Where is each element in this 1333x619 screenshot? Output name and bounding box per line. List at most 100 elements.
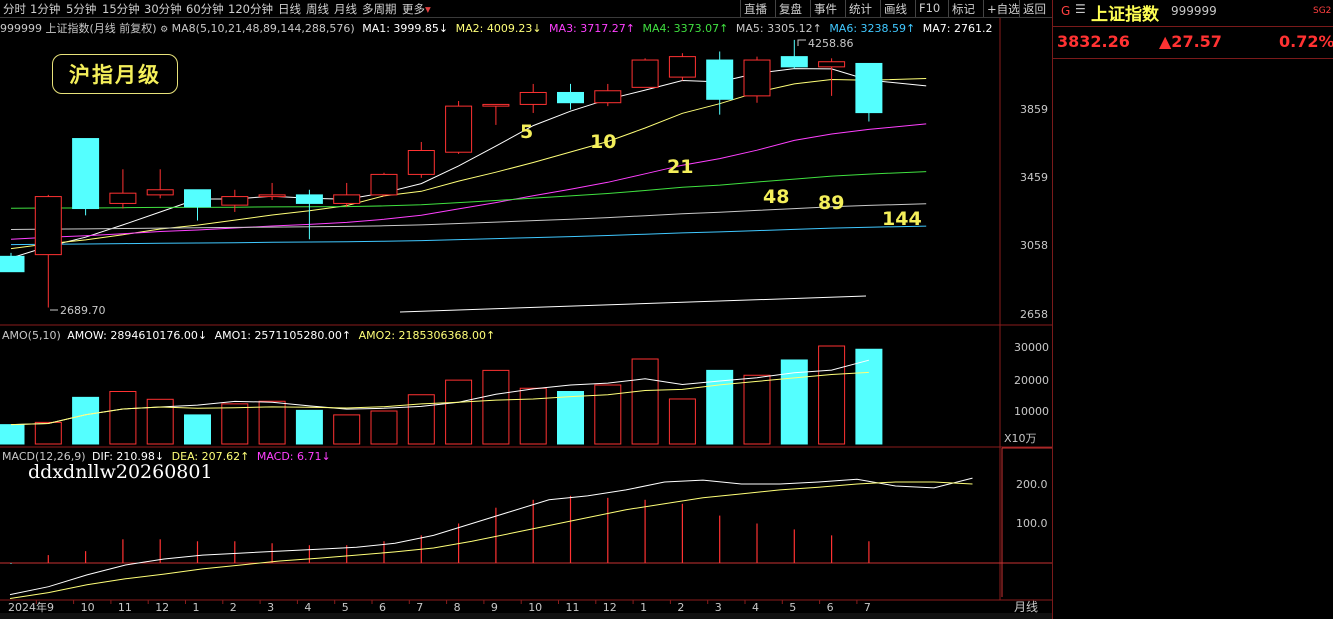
- low-price-label: 2689.70: [60, 304, 106, 317]
- current-price: 3832.26: [1057, 32, 1130, 51]
- amo-bar: [445, 379, 473, 445]
- amo-bar: [109, 391, 137, 445]
- amo-bar: [295, 409, 323, 445]
- candle-body: [445, 105, 473, 153]
- macd-tick-2: 100.0: [1016, 517, 1048, 530]
- menu-icon[interactable]: ☰: [1075, 2, 1086, 16]
- amo-bar: [34, 421, 62, 445]
- candle: [407, 141, 435, 178]
- candle: [72, 138, 100, 216]
- amo-ma5-line: [10, 359, 870, 426]
- candle-body: [706, 59, 734, 100]
- amo-tick-1: 30000: [1014, 341, 1049, 354]
- amo1-value: AMO1: 2571105280.00↑: [214, 329, 352, 342]
- amo-bar: [631, 358, 659, 445]
- stock-name: 上证指数: [1091, 5, 1159, 25]
- candle-body: [72, 138, 100, 210]
- candle-body: [407, 150, 435, 175]
- macd-value: MACD: 6.71↓: [256, 450, 331, 463]
- candle-body: [557, 91, 584, 104]
- candle-body: [370, 173, 398, 196]
- amo-bar: [668, 398, 696, 445]
- amo-bar: [258, 400, 286, 445]
- candle-body: [221, 196, 249, 206]
- candle: [221, 189, 249, 212]
- flag-badge: G: [1061, 4, 1071, 18]
- candle: [370, 172, 398, 197]
- candle: [668, 53, 696, 81]
- amo-bar: [407, 394, 435, 445]
- amo-ma10-line: [10, 371, 869, 426]
- candle: [855, 62, 883, 122]
- candle: [333, 182, 361, 207]
- amo-bar: [184, 414, 211, 445]
- ma-label-144: 144: [882, 208, 922, 230]
- candle: [0, 252, 25, 273]
- amo-bar: [0, 424, 25, 445]
- candle: [780, 39, 808, 69]
- macd-tick-1: 200.0: [1016, 478, 1048, 491]
- ma-label-10: 10: [590, 131, 616, 153]
- amo-bar: [855, 348, 883, 445]
- candle-body: [818, 61, 846, 68]
- x-tick-label: 2024年9: [8, 600, 54, 614]
- candle-body: [780, 56, 808, 68]
- dif-line: [9, 477, 973, 596]
- dea-line: [9, 481, 973, 599]
- high-marker-icon: [797, 39, 806, 46]
- amo-bar: [221, 403, 249, 445]
- amo-bar: [370, 410, 398, 445]
- high-price-label: 4258.86: [808, 37, 854, 50]
- candle-body: [184, 189, 211, 208]
- candle-body: [855, 62, 883, 114]
- ma7-line: [399, 295, 867, 313]
- stock-tag: SG2: [1313, 6, 1332, 16]
- quote-panel: G ☰ 上证指数 999999 SG2 3832.26 ▲27.57 0.72%: [1052, 0, 1333, 619]
- candle: [184, 189, 211, 221]
- ma-label-48: 48: [763, 186, 789, 208]
- candle: [519, 83, 547, 113]
- price-tick-2: 3459: [1020, 171, 1048, 184]
- kline-chart[interactable]: 2024年9 10 11 12 1 2 3 4 5 6 7 8 9 10 11 12 1 2 3 4 5 6 7 4258.…: [0, 0, 1052, 619]
- candle-body: [668, 56, 696, 78]
- candle-body: [258, 194, 286, 198]
- candle-body: [0, 255, 25, 273]
- candle: [818, 58, 846, 96]
- stock-code: 999999: [1171, 4, 1217, 18]
- ma6-line: [10, 225, 927, 246]
- candle-body: [519, 91, 547, 105]
- amo-bar: [818, 345, 846, 445]
- candle-body: [109, 192, 137, 204]
- candle: [557, 83, 584, 110]
- candle: [258, 182, 286, 201]
- ma-label-5: 5: [520, 121, 533, 143]
- amo-tick-3: 10000: [1014, 405, 1049, 418]
- amo-bar: [333, 414, 361, 445]
- amo-info-bar: AMO(5,10) AMOW: 2894610176.00↓ AMO1: 257…: [2, 329, 495, 342]
- amo2-value: AMO2: 2185306368.00↑: [358, 329, 496, 342]
- amow-value: AMOW: 2894610176.00↓: [67, 329, 208, 342]
- price-tick-3: 3058: [1020, 239, 1048, 252]
- candle-body: [295, 194, 323, 204]
- ma-label-89: 89: [818, 192, 844, 214]
- ma-label-21: 21: [667, 156, 693, 178]
- price-change-pct: 0.72%: [1279, 32, 1333, 51]
- amo-bar: [146, 398, 174, 445]
- candle-body: [631, 59, 659, 88]
- candle: [109, 169, 137, 209]
- amo-tick-2: 20000: [1014, 374, 1049, 387]
- amo-bar: [743, 374, 771, 445]
- watermark-text: ddxdnllw20260801: [28, 461, 213, 483]
- candle: [146, 169, 174, 199]
- candle: [295, 189, 323, 240]
- candle-body: [146, 189, 174, 196]
- candle: [743, 56, 771, 103]
- price-tick-1: 3859: [1020, 103, 1048, 116]
- amo-bar: [72, 396, 100, 445]
- price-change: ▲27.57: [1159, 32, 1222, 51]
- bottom-status-strip: [0, 613, 1052, 619]
- amo-title: AMO(5,10): [2, 329, 61, 342]
- candle: [594, 83, 622, 107]
- period-indicator: 月线: [1014, 600, 1038, 614]
- candle-body: [594, 90, 622, 104]
